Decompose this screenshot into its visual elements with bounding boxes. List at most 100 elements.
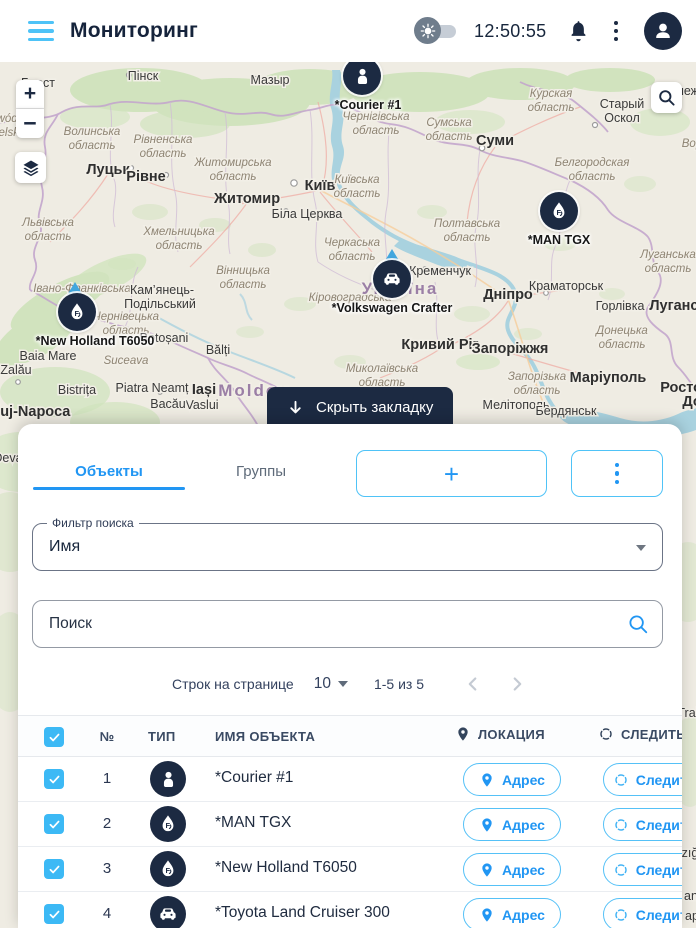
row-number: 4 bbox=[92, 905, 122, 922]
map-layers-button[interactable] bbox=[15, 152, 46, 183]
row-number: 1 bbox=[92, 770, 122, 787]
follow-button[interactable]: Следить bbox=[603, 898, 682, 928]
svg-text:область: область bbox=[569, 171, 616, 183]
row-number: 2 bbox=[92, 815, 122, 832]
svg-text:Рівненська: Рівненська bbox=[134, 134, 193, 146]
crosshair-icon bbox=[613, 817, 629, 833]
svg-text:Vaslui: Vaslui bbox=[185, 398, 218, 412]
sun-icon bbox=[414, 17, 441, 44]
address-button[interactable]: Адрес bbox=[463, 853, 561, 886]
crosshair-icon bbox=[598, 726, 614, 742]
svg-text:Львівська: Львівська bbox=[21, 217, 74, 229]
svg-text:Белгородская: Белгородская bbox=[555, 157, 630, 169]
follow-button[interactable]: Следить bbox=[603, 763, 682, 796]
prev-page-button[interactable] bbox=[462, 673, 484, 695]
menu-icon[interactable] bbox=[28, 21, 54, 41]
more-menu-icon[interactable] bbox=[610, 17, 623, 46]
active-tab-underline bbox=[33, 487, 185, 490]
page-size-select[interactable]: 10 bbox=[314, 675, 348, 693]
address-button[interactable]: Адрес bbox=[463, 808, 561, 841]
map-marker[interactable]: F bbox=[58, 293, 96, 331]
svg-text:Suceava: Suceava bbox=[104, 355, 149, 367]
person-icon bbox=[150, 761, 186, 797]
map-zoom-in-button[interactable]: + bbox=[16, 80, 44, 109]
svg-text:Горлівка: Горлівка bbox=[596, 299, 645, 313]
svg-text:Чернівецька: Чернівецька bbox=[93, 311, 159, 323]
svg-text:Пінск: Пінск bbox=[128, 69, 159, 83]
svg-text:область: область bbox=[329, 251, 376, 263]
theme-toggle[interactable] bbox=[414, 17, 458, 45]
map-zoom-out-button[interactable]: − bbox=[16, 109, 44, 138]
svg-text:Курская: Курская bbox=[530, 88, 573, 100]
location-pin-icon bbox=[479, 817, 495, 833]
table-row: 2F*MAN TGXАдресСледить bbox=[18, 802, 682, 847]
svg-text:Суми: Суми bbox=[476, 133, 514, 149]
svg-text:Сумська: Сумська bbox=[426, 117, 471, 129]
follow-button[interactable]: Следить bbox=[603, 808, 682, 841]
map-marker-label: *MAN TGX bbox=[528, 233, 591, 247]
column-location: ЛОКАЦИЯ bbox=[455, 726, 545, 742]
row-object-name: *New Holland T6050 bbox=[215, 859, 357, 877]
svg-text:область: область bbox=[444, 232, 491, 244]
svg-text:Подільський: Подільський bbox=[124, 297, 196, 311]
svg-text:область: область bbox=[514, 385, 561, 397]
map-marker-label: *Volkswagen Crafter bbox=[332, 301, 453, 315]
page-title: Мониторинг bbox=[70, 19, 198, 43]
add-object-button[interactable]: + bbox=[356, 450, 547, 497]
app-header: Мониторинг 12:50:55 bbox=[0, 0, 696, 62]
select-all-checkbox[interactable] bbox=[44, 727, 64, 747]
search-icon[interactable] bbox=[627, 613, 649, 635]
address-button[interactable]: Адрес bbox=[463, 763, 561, 796]
map-search-button[interactable] bbox=[651, 82, 682, 113]
tab-groups[interactable]: Группы bbox=[185, 452, 337, 490]
svg-text:Bălți: Bălți bbox=[206, 343, 230, 357]
svg-text:Запорізька: Запорізька bbox=[508, 371, 566, 383]
svg-text:Маріуполь: Маріуполь bbox=[570, 370, 647, 386]
svg-text:Бердянськ: Бердянськ bbox=[535, 404, 597, 418]
hide-bookmark-button[interactable]: Скрыть закладку bbox=[267, 387, 453, 427]
row-checkbox[interactable] bbox=[44, 814, 64, 834]
fuel-icon: F bbox=[150, 851, 186, 887]
table-header: № ТИП ИМЯ ОБЪЕКТА ЛОКАЦИЯ СЛЕДИТЬ bbox=[18, 715, 682, 757]
map-marker[interactable] bbox=[373, 260, 411, 298]
row-checkbox[interactable] bbox=[44, 859, 64, 879]
tab-objects[interactable]: Объекты bbox=[33, 452, 185, 490]
svg-text:Київська: Київська bbox=[334, 174, 379, 186]
svg-text:Донецька: Донецька bbox=[594, 325, 648, 337]
svg-text:область: область bbox=[220, 279, 267, 291]
map-marker-label: *Courier #1 bbox=[335, 98, 402, 112]
panel-more-button[interactable] bbox=[571, 450, 663, 497]
row-object-name: *MAN TGX bbox=[215, 814, 291, 832]
user-avatar[interactable] bbox=[644, 12, 682, 50]
chevron-down-icon bbox=[338, 681, 348, 687]
row-checkbox[interactable] bbox=[44, 769, 64, 789]
row-object-name: *Toyota Land Cruiser 300 bbox=[215, 904, 390, 922]
svg-text:Краматорськ: Краматорськ bbox=[529, 279, 604, 293]
arrow-down-icon bbox=[287, 399, 304, 416]
svg-text:Полтавська: Полтавська bbox=[434, 218, 500, 230]
car-icon bbox=[150, 896, 186, 928]
follow-button[interactable]: Следить bbox=[603, 853, 682, 886]
svg-text:Житомирська: Житомирська bbox=[193, 157, 271, 169]
location-pin-icon bbox=[479, 862, 495, 878]
svg-text:Рівне: Рівне bbox=[126, 169, 165, 185]
svg-text:Baia Mare: Baia Mare bbox=[20, 349, 77, 363]
notifications-bell-icon[interactable] bbox=[567, 20, 590, 43]
address-button[interactable]: Адрес bbox=[463, 898, 561, 928]
svg-text:Київ: Київ bbox=[305, 178, 336, 194]
svg-text:ap: ap bbox=[685, 909, 696, 923]
svg-text:Bacău: Bacău bbox=[150, 397, 185, 411]
search-input[interactable] bbox=[33, 601, 662, 647]
page-size-value: 10 bbox=[314, 675, 331, 693]
location-pin-icon bbox=[479, 772, 495, 788]
map-marker[interactable]: F bbox=[540, 192, 578, 230]
hide-bookmark-label: Скрыть закладку bbox=[316, 399, 433, 416]
search-filter-select[interactable]: Фильтр поиска Имя bbox=[32, 523, 663, 571]
svg-text:Оскол: Оскол bbox=[604, 111, 640, 125]
svg-text:область: область bbox=[353, 125, 400, 137]
next-page-button[interactable] bbox=[506, 673, 528, 695]
row-checkbox[interactable] bbox=[44, 904, 64, 924]
table-row: 4 *Toyota Land Cruiser 300 Адрес Следить bbox=[18, 892, 682, 928]
svg-text:Кривий Ріг: Кривий Ріг bbox=[401, 337, 478, 353]
svg-text:Вор: Вор bbox=[682, 138, 696, 150]
